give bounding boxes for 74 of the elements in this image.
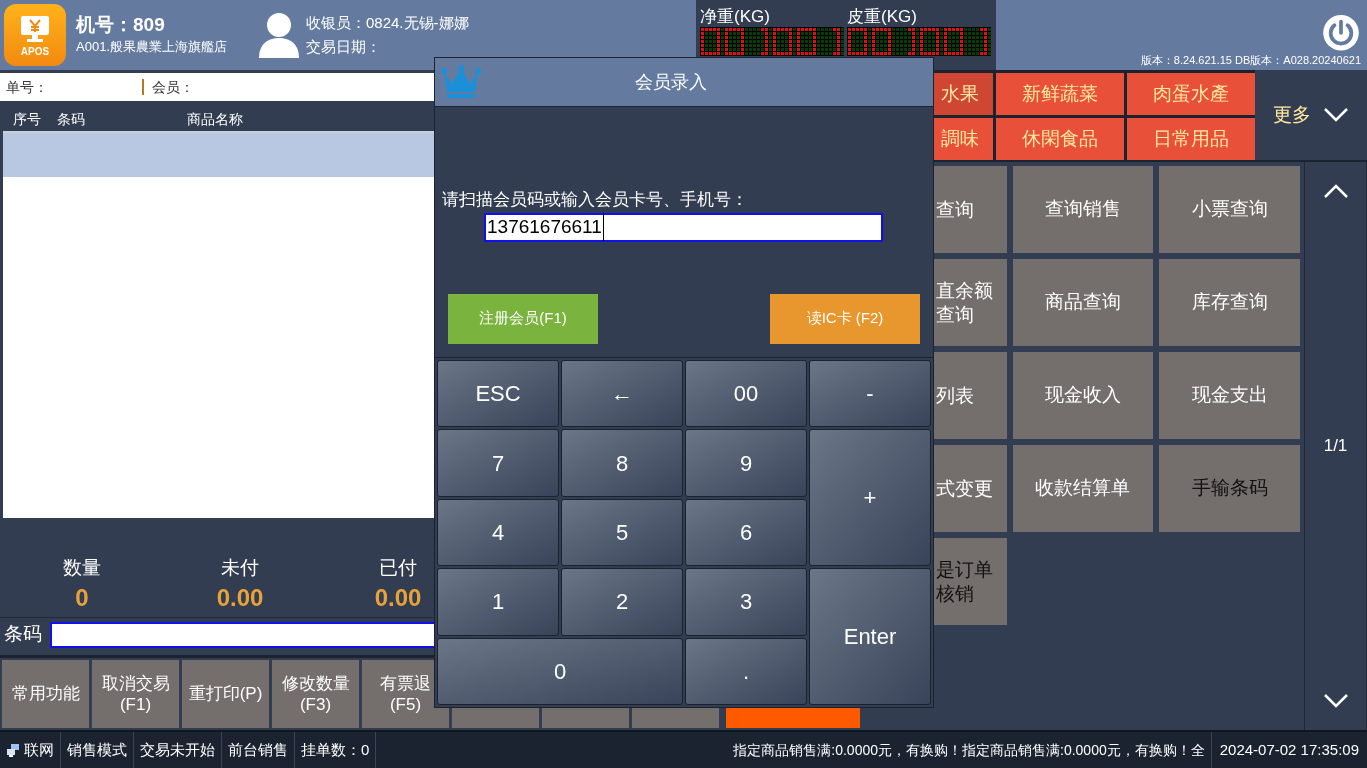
column-header: 商品名称: [187, 109, 243, 129]
prompt-text: 请扫描会员码或输入会员卡号、手机号：: [442, 189, 749, 211]
function-tile[interactable]: 小票查询: [1159, 166, 1300, 253]
status-datetime: 2024-07-02 17:35:09: [1210, 732, 1367, 768]
keypad-key[interactable]: .: [685, 637, 807, 705]
store-name: A001.般果農業上海旗艦店: [76, 38, 228, 57]
function-tile[interactable]: 商品查询: [1012, 259, 1154, 346]
column-header: 条码: [57, 109, 86, 129]
column-header: 序号: [13, 109, 42, 129]
function-tile[interactable]: 收款结算单: [1012, 445, 1154, 532]
keypad-key[interactable]: 2: [561, 568, 683, 636]
keypad-key[interactable]: +: [809, 429, 931, 567]
summary-value: 0.00: [374, 582, 422, 613]
power-icon[interactable]: [1321, 14, 1361, 52]
category-tab[interactable]: 日常用品: [1127, 118, 1255, 160]
function-tile[interactable]: 查询销售: [1012, 166, 1154, 253]
more-button[interactable]: 更多: [1255, 70, 1367, 160]
keypad-key[interactable]: 5: [561, 498, 683, 567]
dialog-title: 会员录入: [635, 70, 707, 94]
scroll-up-icon[interactable]: [1322, 184, 1349, 199]
status-item: 挂单数：0: [301, 739, 370, 760]
member-input[interactable]: 13761676611: [484, 212, 883, 242]
keypad-key[interactable]: Enter: [809, 568, 931, 705]
status-item: 销售模式: [67, 739, 127, 760]
crown-icon: [440, 64, 482, 100]
dialog-button[interactable]: 注册会员(F1): [448, 293, 598, 344]
keypad-key[interactable]: 00: [685, 360, 807, 428]
monitor-icon: [19, 13, 51, 44]
keypad-key[interactable]: ESC: [437, 360, 559, 428]
page-indicator: 1/1: [1323, 435, 1348, 458]
keypad-key[interactable]: -: [809, 360, 931, 428]
trade-date-label: 交易日期：: [306, 37, 382, 57]
order-number-label: 单号：: [6, 77, 49, 97]
status-item: 交易未开始: [140, 739, 215, 760]
status-item: 联网: [24, 739, 54, 760]
logo-text: APOS: [20, 46, 50, 57]
summary-label: 数量: [63, 556, 101, 580]
summary-value: 0: [75, 582, 89, 613]
member-label: 会员：: [152, 77, 194, 97]
keypad-key[interactable]: 1: [437, 568, 559, 636]
function-key[interactable]: 重打印(P): [182, 660, 269, 728]
function-tile[interactable]: 现金收入: [1012, 352, 1154, 439]
machine-number: 机号：809: [76, 13, 166, 38]
ticker-text: 指定商品销售满:0.0000元，有换购！指定商品销售满:0.0000元，有换购！全: [733, 740, 1205, 760]
network-icon: [6, 743, 20, 757]
function-tile[interactable]: 现金支出: [1159, 352, 1300, 439]
summary-label: 已付: [379, 556, 417, 580]
function-key[interactable]: 常用功能: [2, 660, 89, 728]
cashier-label: 收银员：0824.无锡-娜娜: [306, 12, 470, 33]
version-text: 版本：8.24.621.15 DB版本：A028.20240621: [1140, 52, 1361, 68]
scroll-down-icon[interactable]: [1322, 693, 1349, 708]
net-weight-label: 净重(KG): [700, 6, 771, 28]
function-key[interactable]: 取消交易 (F1): [92, 660, 179, 728]
summary-label: 未付: [221, 556, 259, 580]
keypad-key[interactable]: 8: [561, 429, 683, 497]
summary-value: 0.00: [216, 582, 264, 613]
keypad-key[interactable]: ←: [561, 360, 683, 428]
barcode-label: 条码: [4, 622, 42, 647]
keypad-key[interactable]: 7: [437, 429, 559, 497]
keypad-key[interactable]: 6: [685, 498, 807, 567]
status-item: 前台销售: [228, 739, 288, 760]
category-tab[interactable]: 休閑食品: [996, 118, 1124, 160]
user-icon: [258, 12, 300, 58]
function-key[interactable]: 修改数量 (F3): [272, 660, 359, 728]
keypad-key[interactable]: 9: [685, 429, 807, 497]
keypad-key[interactable]: 4: [437, 498, 559, 567]
function-tile[interactable]: 库存查询: [1159, 259, 1300, 346]
tare-weight-label: 皮重(KG): [847, 6, 918, 28]
keypad-key[interactable]: 3: [685, 568, 807, 636]
chevron-down-icon: [1323, 107, 1349, 123]
category-tab[interactable]: 新鲜蔬菜: [996, 73, 1124, 115]
category-tab[interactable]: 肉蛋水產: [1127, 73, 1255, 115]
function-tile[interactable]: 手输条码: [1159, 445, 1300, 532]
keypad-key[interactable]: 0: [437, 637, 683, 705]
